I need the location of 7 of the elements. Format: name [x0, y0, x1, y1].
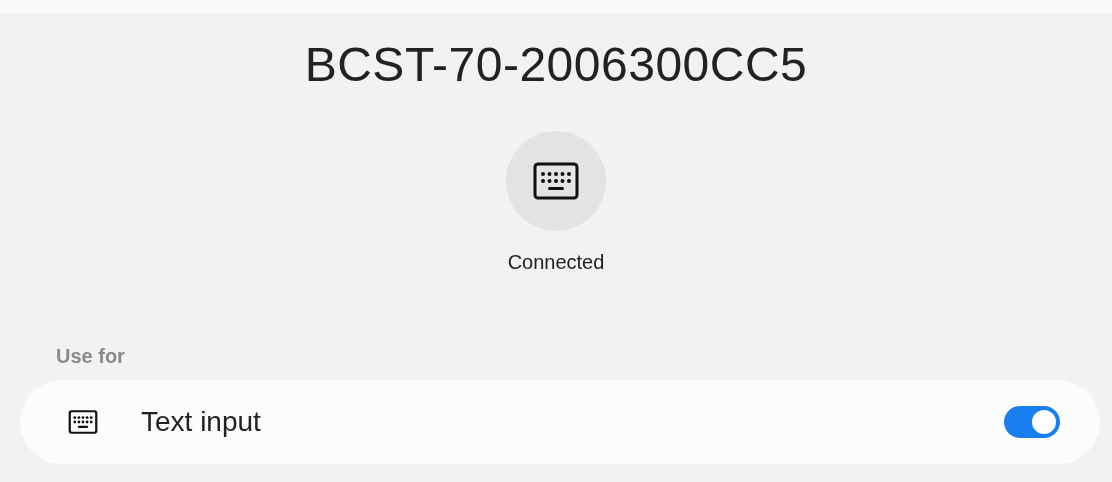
toggle-switch[interactable]: [1004, 406, 1060, 438]
setting-label: Text input: [141, 406, 262, 438]
device-name: BCST-70-2006300CC5: [304, 37, 808, 93]
keyboard-icon: [68, 410, 98, 434]
connection-status: Connected: [507, 250, 605, 274]
section-heading: Use for: [56, 344, 125, 368]
keyboard-icon: [533, 162, 579, 200]
